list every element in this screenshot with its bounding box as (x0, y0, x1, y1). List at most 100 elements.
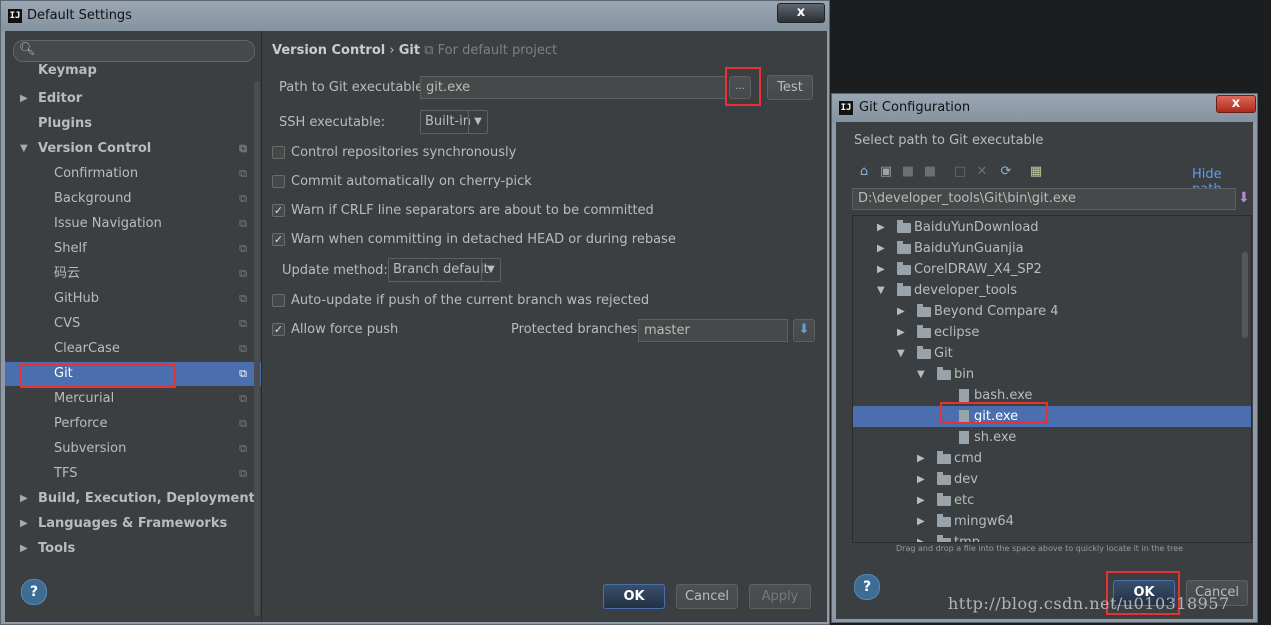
new-folder-icon[interactable]: □ (952, 164, 968, 180)
desktop-icon[interactable]: ▣ (878, 164, 894, 180)
project-scope-icon: ⧉ (239, 392, 247, 405)
help-button[interactable]: ? (21, 579, 47, 605)
tree-scrollbar[interactable] (1242, 252, 1248, 338)
select-path-prompt: Select path to Git executable (854, 133, 1044, 148)
file-tree[interactable]: ▶ BaiduYunDownload ▶ BaiduYunGuanjia ▶ Core… (852, 215, 1252, 543)
sidebar-item-languages-frameworks[interactable]: ▶ Languages & Frameworks (5, 512, 261, 536)
sidebar-item-subversion[interactable]: Subversion ⧉ (5, 437, 261, 461)
checkbox-auto-update[interactable]: Auto-update if push of the current branc… (272, 291, 722, 311)
help-button[interactable]: ? (854, 574, 880, 600)
checkbox-crlf-warning[interactable]: ✓ Warn if CRLF line separators are about … (272, 201, 722, 221)
tree-node-mingw64[interactable]: ▶ mingw64 (853, 511, 1251, 532)
sidebar-item-mercurial[interactable]: Mercurial ⧉ (5, 387, 261, 411)
checkbox[interactable] (272, 146, 285, 159)
settings-titlebar[interactable]: IJ Default Settings x (1, 1, 829, 31)
sidebar-item-tfs[interactable]: TFS ⧉ (5, 462, 261, 486)
tree-node-cmd[interactable]: ▶ cmd (853, 448, 1251, 469)
sidebar-item-version-control[interactable]: ▼ Version Control ⧉ (5, 137, 261, 161)
expand-arrow-icon[interactable]: ▶ (877, 217, 885, 238)
git-config-titlebar[interactable]: IJ Git Configuration x (832, 94, 1257, 122)
sidebar-item-issue-navigation[interactable]: Issue Navigation ⧉ (5, 212, 261, 236)
refresh-icon[interactable]: ⟳ (998, 164, 1014, 180)
git-config-path-input[interactable]: D:\developer_tools\Git\bin\git.exe (852, 188, 1236, 210)
checkbox-force-push[interactable]: ✓ Allow force push (272, 320, 472, 340)
tree-node-bash-exe[interactable]: bash.exe (853, 385, 1251, 406)
sidebar-item-background[interactable]: Background ⧉ (5, 187, 261, 211)
expand-arrow-icon[interactable]: ▶ (917, 532, 925, 542)
tree-node-bin[interactable]: ▼ bin (853, 364, 1251, 385)
sidebar-item-build-execution-deployment[interactable]: ▶ Build, Execution, Deployment (5, 487, 261, 511)
project-icon[interactable]: ■ (900, 164, 916, 180)
update-method-select[interactable]: Branch default ▼ (388, 258, 501, 282)
expand-arrow-icon[interactable]: ▶ (897, 322, 905, 343)
tree-node-dev[interactable]: ▶ dev (853, 469, 1251, 490)
checkbox[interactable] (272, 175, 285, 188)
expand-arrow-icon[interactable]: ▶ (917, 448, 925, 469)
ssh-executable-select[interactable]: Built-in ▼ (420, 110, 488, 134)
ok-button[interactable]: OK (603, 584, 665, 609)
sidebar-item-confirmation[interactable]: Confirmation ⧉ (5, 162, 261, 186)
sidebar-item-cvs[interactable]: CVS ⧉ (5, 312, 261, 336)
checkbox-checked[interactable]: ✓ (272, 233, 285, 246)
cancel-button[interactable]: Cancel (676, 584, 738, 609)
tree-node-git-exe[interactable]: git.exe (853, 406, 1251, 427)
tree-node-git[interactable]: ▼ Git (853, 343, 1251, 364)
expand-arrow-icon[interactable]: ▶ (20, 87, 28, 111)
tree-node-sh-exe[interactable]: sh.exe (853, 427, 1251, 448)
expand-arrow-icon[interactable]: ▶ (20, 512, 28, 536)
sidebar-item-keymap[interactable]: Keymap (5, 62, 261, 86)
settings-close-button[interactable]: x (777, 3, 825, 23)
folder-icon (917, 325, 931, 338)
sidebar-scrollbar[interactable] (254, 81, 260, 616)
tree-node-beyond-compare[interactable]: ▶ Beyond Compare 4 (853, 301, 1251, 322)
path-history-icon[interactable]: ⬇ (1238, 190, 1250, 206)
checkbox-cherry-pick[interactable]: Commit automatically on cherry-pick (272, 172, 672, 192)
sidebar-item-plugins[interactable]: Plugins (5, 112, 261, 136)
expand-arrow-icon[interactable]: ▶ (877, 238, 885, 259)
home-icon[interactable]: ⌂ (856, 164, 872, 180)
expand-arrow-icon[interactable]: ▶ (917, 490, 925, 511)
sidebar-item-gitee[interactable]: 码云 ⧉ (5, 262, 261, 286)
tree-node-developer-tools[interactable]: ▼ developer_tools (853, 280, 1251, 301)
protected-branches-input[interactable]: master (638, 319, 788, 342)
sidebar-item-perforce[interactable]: Perforce ⧉ (5, 412, 261, 436)
checkbox-checked[interactable]: ✓ (272, 204, 285, 217)
tree-node-tmp[interactable]: ▶ tmp (853, 532, 1251, 542)
expand-arrow-icon[interactable]: ▶ (20, 537, 28, 561)
checkbox-sync-repos[interactable]: Control repositories synchronously (272, 143, 672, 163)
collapse-arrow-icon[interactable]: ▼ (20, 137, 28, 161)
git-config-body: Select path to Git executable ⌂ ▣ ■ ■ □ … (836, 122, 1253, 619)
module-icon[interactable]: ■ (922, 164, 938, 180)
sidebar-item-shelf[interactable]: Shelf ⧉ (5, 237, 261, 261)
git-config-close-button[interactable]: x (1216, 95, 1256, 113)
expand-arrow-icon[interactable]: ▶ (20, 487, 28, 511)
expand-arrow-icon[interactable]: ▶ (897, 301, 905, 322)
sidebar-item-github[interactable]: GitHub ⧉ (5, 287, 261, 311)
collapse-arrow-icon[interactable]: ▼ (917, 364, 925, 385)
expand-arrow-icon[interactable]: ▶ (917, 469, 925, 490)
collapse-arrow-icon[interactable]: ▼ (897, 343, 905, 364)
collapse-arrow-icon[interactable]: ▼ (877, 280, 885, 301)
sidebar-item-editor[interactable]: ▶ Editor (5, 87, 261, 111)
sidebar-item-tools[interactable]: ▶ Tools (5, 537, 261, 561)
tree-node-coreldraw[interactable]: ▶ CorelDRAW_X4_SP2 (853, 259, 1251, 280)
expand-arrow-icon[interactable]: ▶ (877, 259, 885, 280)
delete-icon[interactable]: ✕ (974, 164, 990, 180)
download-icon[interactable]: ⬇ (793, 319, 815, 342)
checkbox-checked[interactable]: ✓ (272, 323, 285, 336)
drag-drop-hint: Drag and drop a file into the space abov… (896, 544, 1184, 553)
checkbox-detached-head[interactable]: ✓ Warn when committing in detached HEAD o… (272, 230, 722, 250)
tree-node-baiduyunguanjia[interactable]: ▶ BaiduYunGuanjia (853, 238, 1251, 259)
tree-node-eclipse[interactable]: ▶ eclipse (853, 322, 1251, 343)
settings-sidebar: 🔍︎ Keymap ▶ Editor Plugins ▼ Version Contr… (5, 31, 262, 622)
git-path-input[interactable]: git.exe (420, 76, 726, 99)
path-label: Path to Git executable: (279, 80, 428, 95)
apply-button[interactable]: Apply (749, 584, 811, 609)
test-button[interactable]: Test (767, 75, 813, 100)
expand-arrow-icon[interactable]: ▶ (917, 511, 925, 532)
tree-node-etc[interactable]: ▶ etc (853, 490, 1251, 511)
tree-node-baiduyundownload[interactable]: ▶ BaiduYunDownload (853, 217, 1251, 238)
checkbox[interactable] (272, 294, 285, 307)
show-hidden-icon[interactable]: ▦ (1028, 164, 1044, 180)
sidebar-item-clearcase[interactable]: ClearCase ⧉ (5, 337, 261, 361)
